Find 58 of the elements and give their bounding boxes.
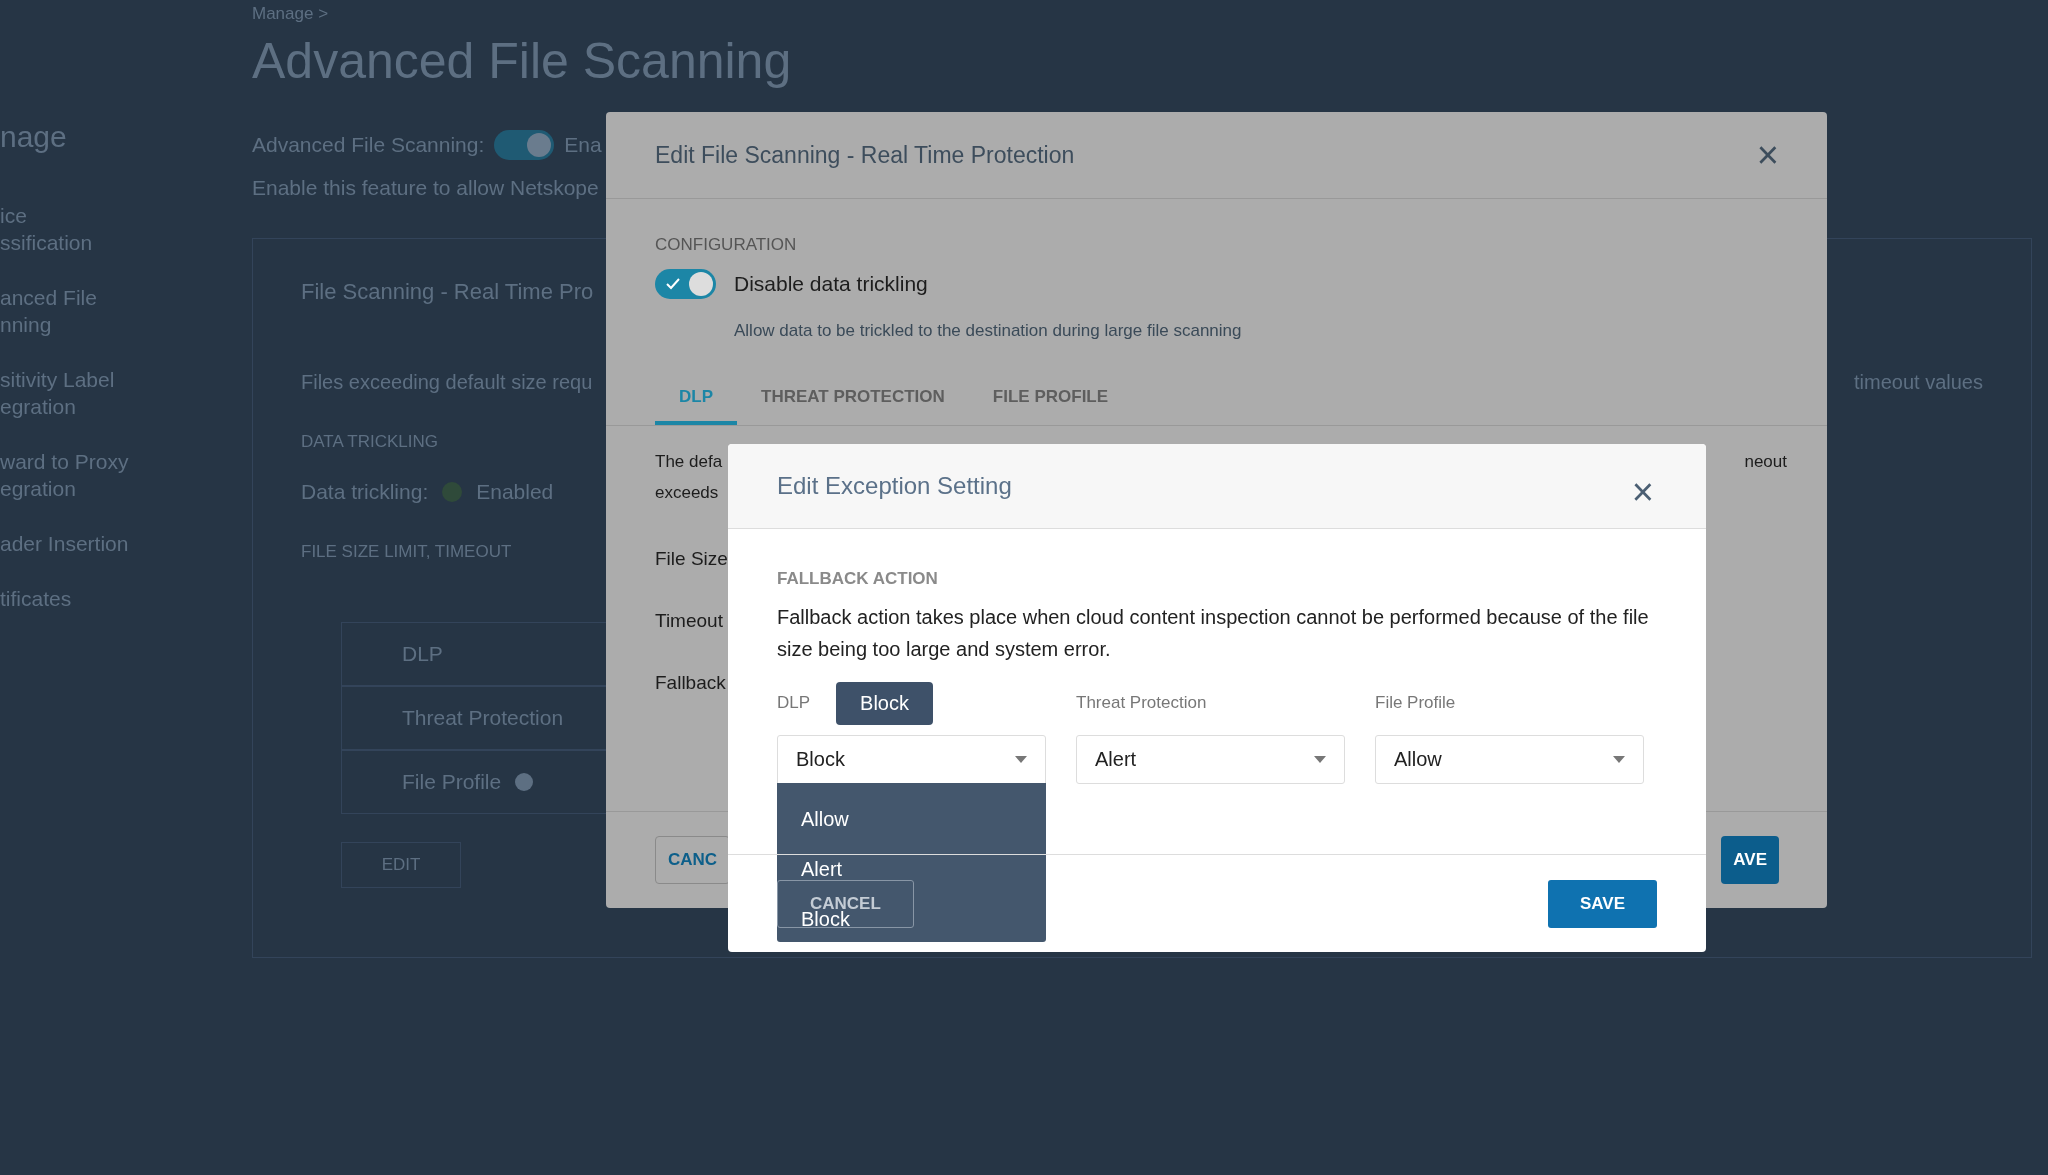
section-heading: FALLBACK ACTION <box>777 569 939 589</box>
toggle-state: Ena <box>564 133 602 157</box>
edit-button[interactable]: EDIT <box>341 842 461 888</box>
section-heading: FILE SIZE LIMIT, TIMEOUT <box>301 542 512 562</box>
sidebar-item[interactable]: ward to Proxy egration <box>0 448 129 502</box>
caret-icon <box>1314 756 1326 763</box>
toggle-label: Advanced File Scanning: <box>252 133 485 157</box>
section-heading: CONFIGURATION <box>655 235 797 255</box>
field-label: Fallback <box>655 672 726 694</box>
dialog-title: Edit File Scanning - Real Time Protection <box>655 141 1075 169</box>
save-button[interactable]: SAVE <box>1547 879 1657 928</box>
section-heading: DATA TRICKLING <box>301 432 438 452</box>
tab[interactable]: FILE PROFILE <box>968 377 1133 425</box>
field-label: DLP <box>777 693 811 713</box>
tab[interactable]: THREAT PROTECTION <box>737 377 969 425</box>
info-icon <box>515 773 534 791</box>
sidebar-item[interactable]: anced File nning <box>0 284 97 338</box>
tooltip: Block <box>836 681 933 725</box>
row-label: Threat Protection <box>402 706 564 730</box>
toggle-label: Disable data trickling <box>734 272 928 296</box>
sidebar-heading: nage <box>0 120 67 154</box>
note-text: Files exceeding default size requ <box>301 371 593 394</box>
status-text: Enabled <box>476 480 554 504</box>
field-label: Threat Protection <box>1076 693 1207 713</box>
hint-text: Allow data to be trickled to the destination during large file scanning <box>734 321 1242 341</box>
field-label: Data trickling: <box>301 480 429 504</box>
page-title: Advanced File Scanning <box>252 32 792 90</box>
caret-icon <box>1015 756 1027 763</box>
dropdown-field[interactable]: Allow <box>1375 735 1644 784</box>
row-label: DLP <box>402 642 443 666</box>
menu-option[interactable]: Alert <box>801 856 843 882</box>
menu-option[interactable]: Allow <box>801 806 849 832</box>
field-label: File Size <box>655 548 728 570</box>
sidebar-item[interactable]: ice ssification <box>0 202 93 256</box>
field-label: File Profile <box>1375 693 1456 713</box>
card-title: File Scanning - Real Time Pro <box>301 279 594 305</box>
description: Fallback action takes place when cloud content inspection cannot be performed because of the file size being too large and system error. <box>777 605 1650 662</box>
toggle-switch[interactable] <box>655 269 716 299</box>
close-icon[interactable]: × <box>1756 136 1779 174</box>
check-icon <box>666 278 680 290</box>
caret-icon <box>1613 756 1625 763</box>
toggle-switch[interactable] <box>494 130 555 160</box>
sidebar-item[interactable]: ader Insertion <box>0 530 129 557</box>
description: Enable this feature to allow Netskope <box>252 176 599 200</box>
tab[interactable]: DLP <box>655 377 737 425</box>
save-button[interactable]: AVE <box>1721 836 1779 884</box>
row-label: File Profile <box>402 770 502 794</box>
close-icon[interactable]: × <box>1631 473 1654 511</box>
dialog-title: Edit Exception Setting <box>777 472 1012 500</box>
body-text: The defa <box>655 451 723 473</box>
sidebar-item[interactable]: tificates <box>0 585 72 612</box>
sidebar-item[interactable]: sitivity Label egration <box>0 366 115 420</box>
field-label: Timeout <box>655 610 723 632</box>
breadcrumb[interactable]: Manage > <box>252 4 329 24</box>
dropdown-field[interactable]: Alert <box>1076 735 1345 784</box>
body-text: neout <box>1744 451 1787 473</box>
note-text: timeout values <box>1854 371 1983 394</box>
body-text: exceeds <box>655 482 719 504</box>
